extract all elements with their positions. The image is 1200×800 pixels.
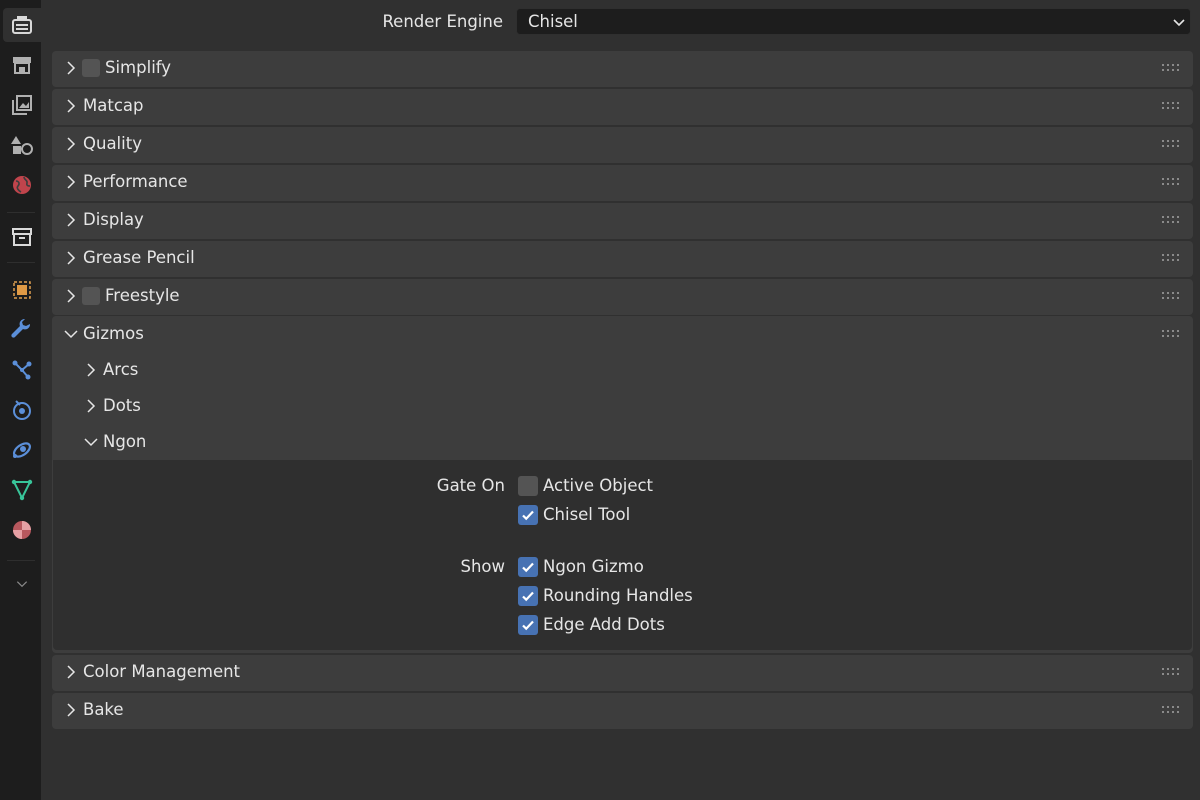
chisel-tool-checkbox[interactable] xyxy=(518,505,538,525)
collection-properties-icon[interactable] xyxy=(3,220,41,254)
gate-on-label: Gate On xyxy=(436,476,505,495)
drag-handle-icon[interactable] xyxy=(1162,330,1180,338)
checkmark-icon xyxy=(522,510,534,521)
chevron-down-icon xyxy=(1173,19,1185,27)
panel-color-management[interactable]: Color Management xyxy=(52,655,1193,691)
scene-properties-icon[interactable] xyxy=(3,128,41,162)
panel-freestyle[interactable]: Freestyle xyxy=(52,279,1193,315)
chevron-down-icon[interactable] xyxy=(3,567,41,601)
panel-title: Performance xyxy=(83,172,188,191)
panel-title: Gizmos xyxy=(83,324,144,343)
panel-title: Display xyxy=(83,210,144,229)
show-label: Show xyxy=(460,557,505,576)
checkmark-icon xyxy=(522,620,534,631)
drag-handle-icon[interactable] xyxy=(1162,292,1180,300)
chevron-right-icon xyxy=(67,289,76,303)
properties-editor: Render Engine Chisel Simplify Matcap Qua… xyxy=(41,0,1200,800)
chevron-right-icon xyxy=(67,61,76,75)
simplify-checkbox[interactable] xyxy=(82,59,100,77)
render-engine-label: Render Engine xyxy=(382,12,503,31)
freestyle-checkbox[interactable] xyxy=(82,287,100,305)
panel-gizmos-header[interactable]: Gizmos xyxy=(52,317,1193,353)
render-engine-row: Render Engine Chisel xyxy=(41,8,1200,36)
chisel-tool-label: Chisel Tool xyxy=(543,505,631,524)
panel-title: Quality xyxy=(83,134,142,153)
panel-display[interactable]: Display xyxy=(52,203,1193,239)
view-layer-properties-icon[interactable] xyxy=(3,88,41,122)
panel-title: Color Management xyxy=(83,662,241,681)
ngon-gizmo-label: Ngon Gizmo xyxy=(543,557,644,576)
ngon-settings: Gate On Active Object Chisel Tool Show N… xyxy=(53,460,1192,650)
panel-matcap[interactable]: Matcap xyxy=(52,89,1193,125)
active-object-label: Active Object xyxy=(543,476,654,495)
render-engine-dropdown[interactable]: Chisel xyxy=(516,8,1191,35)
drag-handle-icon[interactable] xyxy=(1162,706,1180,714)
chevron-right-icon xyxy=(87,399,96,413)
chevron-down-icon xyxy=(64,330,78,339)
panel-quality[interactable]: Quality xyxy=(52,127,1193,163)
drag-handle-icon[interactable] xyxy=(1162,102,1180,110)
properties-tab-bar xyxy=(0,0,41,800)
chevron-down-icon xyxy=(84,438,98,447)
drag-handle-icon[interactable] xyxy=(1162,668,1180,676)
subpanel-title: Ngon xyxy=(103,432,147,451)
ngon-gizmo-checkbox[interactable] xyxy=(518,557,538,577)
rounding-handles-label: Rounding Handles xyxy=(543,586,693,605)
chevron-right-icon xyxy=(67,175,76,189)
data-properties-icon[interactable] xyxy=(3,473,41,507)
modifier-properties-icon[interactable] xyxy=(3,313,41,347)
checkmark-icon xyxy=(522,591,534,602)
subpanel-dots[interactable]: Dots xyxy=(52,389,1193,425)
render-engine-value: Chisel xyxy=(528,12,578,31)
subpanel-ngon[interactable]: Ngon xyxy=(52,425,1193,461)
world-properties-icon[interactable] xyxy=(3,168,41,202)
render-properties-icon[interactable] xyxy=(3,8,41,42)
rounding-handles-checkbox[interactable] xyxy=(518,586,538,606)
drag-handle-icon[interactable] xyxy=(1162,178,1180,186)
panel-simplify[interactable]: Simplify xyxy=(52,51,1193,87)
panel-performance[interactable]: Performance xyxy=(52,165,1193,201)
panel-gizmos: Gizmos Arcs Dots Ngon Gate On Active Obj… xyxy=(52,316,1193,653)
chevron-right-icon xyxy=(67,703,76,717)
subpanel-arcs[interactable]: Arcs xyxy=(52,353,1193,389)
panel-title: Simplify xyxy=(105,58,172,77)
panel-title: Freestyle xyxy=(105,286,180,305)
panel-title: Grease Pencil xyxy=(83,248,195,267)
output-properties-icon[interactable] xyxy=(3,48,41,82)
active-object-checkbox[interactable] xyxy=(518,476,538,496)
drag-handle-icon[interactable] xyxy=(1162,216,1180,224)
chevron-right-icon xyxy=(67,251,76,265)
edge-add-dots-label: Edge Add Dots xyxy=(543,615,665,634)
panel-title: Bake xyxy=(83,700,124,719)
chevron-right-icon xyxy=(67,137,76,151)
drag-handle-icon[interactable] xyxy=(1162,254,1180,262)
object-properties-icon[interactable] xyxy=(3,273,41,307)
panel-title: Matcap xyxy=(83,96,144,115)
drag-handle-icon[interactable] xyxy=(1162,64,1180,72)
panel-bake[interactable]: Bake xyxy=(52,693,1193,729)
chevron-right-icon xyxy=(67,213,76,227)
checkmark-icon xyxy=(522,562,534,573)
edge-add-dots-checkbox[interactable] xyxy=(518,615,538,635)
chevron-right-icon xyxy=(67,99,76,113)
panel-grease-pencil[interactable]: Grease Pencil xyxy=(52,241,1193,277)
drag-handle-icon[interactable] xyxy=(1162,140,1180,148)
material-properties-icon[interactable] xyxy=(3,513,41,547)
subpanel-title: Dots xyxy=(103,396,141,415)
subpanel-title: Arcs xyxy=(103,360,139,379)
physics-properties-icon[interactable] xyxy=(3,393,41,427)
particles-properties-icon[interactable] xyxy=(3,353,41,387)
chevron-right-icon xyxy=(87,363,96,377)
constraints-properties-icon[interactable] xyxy=(3,433,41,467)
chevron-right-icon xyxy=(67,665,76,679)
